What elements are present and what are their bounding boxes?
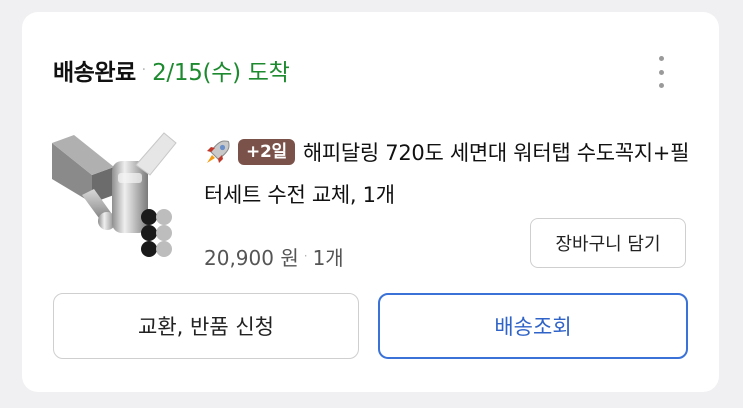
- order-header: 배송완료 · 2/15(수) 도착: [53, 52, 290, 88]
- price-row: 20,900 원 · 1개: [204, 240, 344, 272]
- separator-dot: ·: [141, 62, 147, 78]
- delivery-days-badge: +2일: [238, 139, 295, 165]
- separator-dot: ·: [303, 249, 308, 263]
- track-delivery-button[interactable]: 배송조회: [378, 293, 688, 359]
- rocket-icon: [204, 138, 232, 166]
- product-quantity: 1개: [312, 245, 344, 270]
- delivery-status: 배송완료: [53, 60, 136, 86]
- arrival-date: 2/15(수) 도착: [152, 60, 290, 86]
- product-image[interactable]: [52, 125, 186, 257]
- add-to-cart-button[interactable]: 장바구니 담기: [530, 218, 686, 268]
- order-card: 배송완료 · 2/15(수) 도착 +2일 해피달링 720도 세면대 워터탭 …: [22, 12, 719, 392]
- product-title-row[interactable]: +2일 해피달링 720도 세면대 워터탭 수도꼭지+필터세트 수전 교체, 1개: [204, 132, 694, 216]
- more-options-icon[interactable]: [650, 56, 672, 88]
- return-exchange-button[interactable]: 교환, 반품 신청: [53, 293, 359, 359]
- product-price: 20,900 원: [204, 245, 299, 270]
